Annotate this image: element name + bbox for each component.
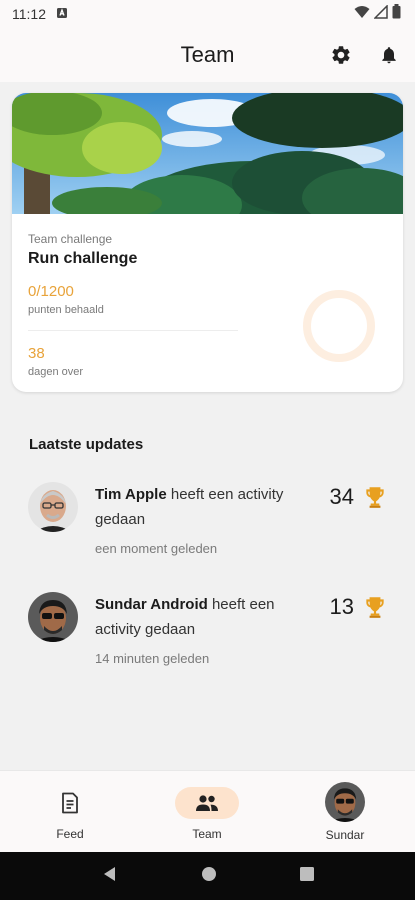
home-icon: [201, 866, 216, 881]
challenge-title: Run challenge: [28, 250, 138, 267]
gear-icon: [332, 46, 350, 64]
nav-item-profile[interactable]: Sundar: [285, 771, 405, 853]
challenge-banner-image: [12, 93, 403, 214]
update-actor: Sundar Android: [95, 596, 208, 613]
challenge-type: Team challenge: [28, 232, 113, 246]
status-bar: 11:12: [0, 0, 415, 28]
nav-label-team: Team: [192, 827, 222, 841]
trophy-icon: [366, 597, 384, 618]
stats-divider: [28, 330, 238, 331]
team-challenge-card[interactable]: Team challenge Run challenge 0/1200 punt…: [12, 93, 403, 392]
wifi-icon: [354, 5, 370, 24]
system-navigation-bar: [0, 852, 415, 900]
page-title: Team: [180, 42, 235, 67]
update-actor: Tim Apple: [95, 486, 167, 503]
back-button[interactable]: [101, 865, 119, 888]
bell-icon: [382, 47, 396, 64]
points-count: 13: [329, 594, 354, 619]
nav-label-profile: Sundar: [325, 828, 365, 842]
app-bar: Team: [0, 28, 415, 82]
group-icon: [196, 795, 218, 811]
notification-icon: [56, 6, 68, 22]
nav-item-feed[interactable]: Feed: [10, 771, 130, 853]
update-points: 34: [330, 484, 388, 510]
feed-icon: [62, 792, 78, 814]
settings-button[interactable]: [327, 41, 355, 69]
days-label: dagen over: [28, 366, 84, 378]
trophy-icon: [366, 487, 384, 508]
challenge-progress-ring: [303, 290, 375, 362]
recents-icon: [299, 866, 314, 881]
status-time: 11:12: [12, 6, 46, 22]
update-text: Sundar Android heeft een activity gedaan: [95, 592, 310, 642]
updates-heading: Laatste updates: [29, 436, 144, 453]
home-button[interactable]: [200, 865, 218, 888]
bottom-navigation: Feed Team Sundar: [0, 770, 415, 852]
update-time: een moment geleden: [95, 541, 218, 556]
notifications-button[interactable]: [375, 41, 403, 69]
avatar: [325, 782, 365, 822]
avatar: [28, 482, 78, 532]
battery-icon: [392, 4, 401, 24]
recents-button[interactable]: [299, 866, 315, 887]
update-time: 14 minuten geleden: [95, 651, 210, 666]
points-count: 34: [329, 484, 354, 509]
avatar: [28, 592, 78, 642]
update-text: Tim Apple heeft een activity gedaan: [95, 482, 310, 532]
back-icon: [103, 866, 115, 881]
signal-icon: [373, 3, 388, 24]
update-points: 13: [330, 594, 388, 620]
nav-item-team[interactable]: Team: [147, 771, 267, 853]
nav-label-feed: Feed: [56, 827, 84, 841]
